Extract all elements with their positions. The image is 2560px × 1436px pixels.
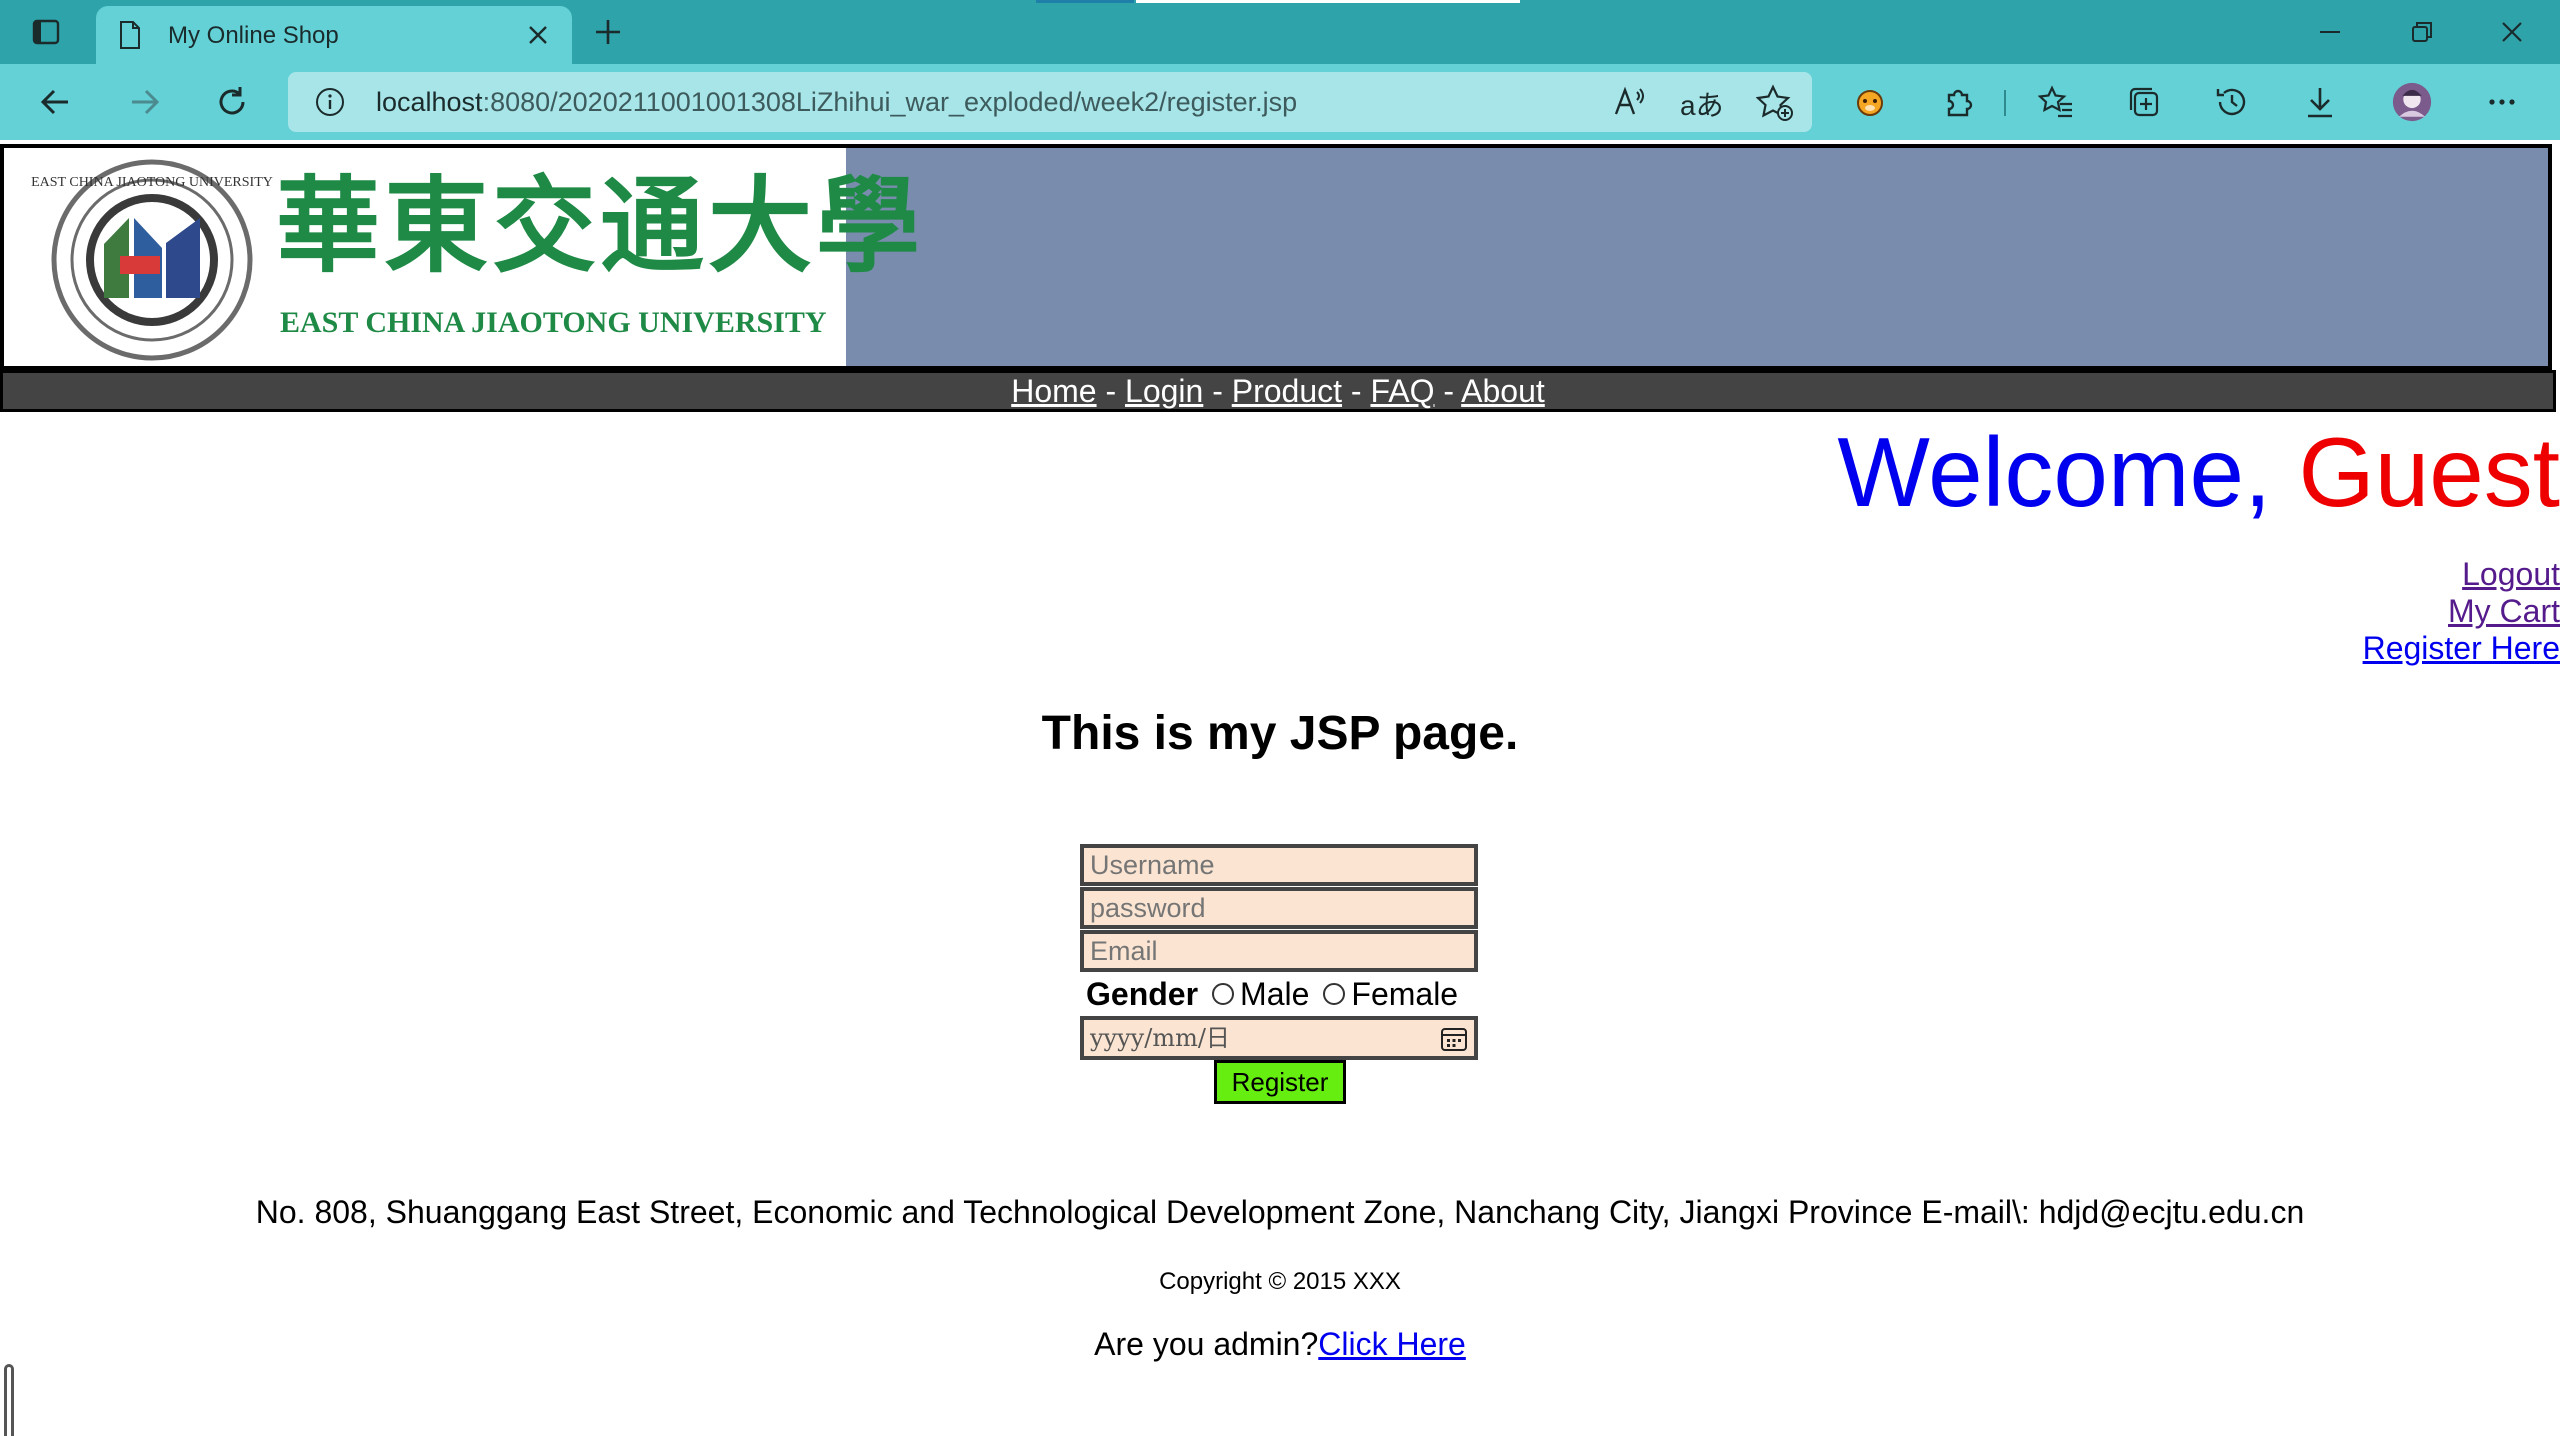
welcome-user: Guest	[2298, 417, 2560, 527]
gender-field: Gender Male Female	[1080, 974, 1480, 1014]
username-input[interactable]	[1080, 844, 1478, 886]
nav-separator: -	[1342, 373, 1371, 409]
browser-tab-bar: My Online Shop	[0, 0, 2560, 64]
browser-tab-active[interactable]: My Online Shop	[96, 6, 572, 64]
more-menu-icon[interactable]	[2482, 82, 2522, 122]
admin-prompt: Are you admin?Click Here	[0, 1326, 2560, 1363]
welcome-message: Welcome, Guest	[1837, 412, 2560, 532]
url-host: localhost	[376, 87, 483, 117]
seal-text: EAST CHINA JIAOTONG UNIVERSITY	[31, 175, 273, 190]
favorites-icon[interactable]	[2036, 82, 2076, 122]
page-icon	[118, 20, 142, 55]
scroll-indicator	[4, 1364, 14, 1436]
date-placeholder: yyyy/mm/日	[1090, 1024, 1230, 1052]
register-here-link[interactable]: Register Here	[2363, 630, 2560, 667]
minimize-icon[interactable]	[2312, 14, 2348, 50]
browser-toolbar: localhost:8080/2020211001001308LiZhihui_…	[0, 64, 2560, 140]
my-cart-link[interactable]: My Cart	[2363, 593, 2560, 630]
nav-separator: -	[1203, 373, 1232, 409]
back-icon[interactable]	[36, 82, 76, 122]
page-heading: This is my JSP page.	[1041, 707, 1519, 760]
toolbar-divider	[2004, 90, 2006, 116]
forward-icon[interactable]	[124, 82, 164, 122]
footer-address: No. 808, Shuanggang East Street, Economi…	[255, 1194, 2305, 1230]
url-path: :8080/2020211001001308LiZhihui_war_explo…	[482, 87, 1298, 117]
collections-icon[interactable]	[2124, 82, 2164, 122]
add-favorite-icon[interactable]	[1755, 84, 1794, 127]
new-tab-icon[interactable]	[590, 14, 626, 50]
page-content: EAST CHINA JIAOTONG UNIVERSITY 華東交通大學 EA…	[0, 140, 2560, 1436]
tabbar-accent	[1036, 0, 1134, 3]
gender-female-label: Female	[1351, 976, 1459, 1012]
tabbar-accent-highlight	[1136, 0, 1520, 3]
nav-faq[interactable]: FAQ	[1370, 373, 1434, 409]
email-input[interactable]	[1080, 930, 1478, 972]
account-links: Logout My Cart Register Here	[2363, 556, 2560, 667]
translate-icon[interactable]: aあ	[1680, 84, 1724, 124]
nav-separator: -	[1434, 373, 1462, 409]
downloads-icon[interactable]	[2300, 82, 2340, 122]
extensions-icon[interactable]	[1938, 82, 1978, 122]
read-aloud-icon[interactable]	[1612, 84, 1648, 125]
logo-english-name: EAST CHINA JIAOTONG UNIVERSITY	[280, 306, 827, 339]
refresh-icon[interactable]	[212, 82, 252, 122]
nav-home[interactable]: Home	[1011, 373, 1096, 409]
nav-product[interactable]: Product	[1232, 373, 1342, 409]
gender-female-radio[interactable]	[1323, 982, 1346, 1005]
admin-click-here-link[interactable]: Click Here	[1318, 1326, 1466, 1362]
main-nav: Home - Login - Product - FAQ - About	[0, 370, 2556, 412]
info-icon[interactable]	[314, 86, 346, 123]
close-tab-icon[interactable]	[526, 23, 550, 52]
admin-text: Are you admin?	[1094, 1326, 1319, 1362]
birthday-date-input[interactable]: yyyy/mm/日	[1080, 1016, 1478, 1060]
logo-chinese-name: 華東交通大學	[276, 164, 925, 287]
welcome-prefix: Welcome,	[1837, 417, 2299, 527]
gender-label: Gender	[1086, 976, 1199, 1012]
gender-male-label: Male	[1240, 976, 1310, 1012]
url-text[interactable]: localhost:8080/2020211001001308LiZhihui_…	[376, 87, 1297, 118]
restore-icon[interactable]	[2404, 14, 2440, 50]
close-window-icon[interactable]	[2494, 14, 2530, 50]
tab-title: My Online Shop	[168, 22, 339, 49]
university-logo: EAST CHINA JIAOTONG UNIVERSITY 華東交通大學 EA…	[4, 148, 920, 366]
register-button[interactable]: Register	[1214, 1060, 1346, 1104]
password-input[interactable]	[1080, 887, 1478, 929]
nav-login[interactable]: Login	[1125, 373, 1203, 409]
site-header: EAST CHINA JIAOTONG UNIVERSITY 華東交通大學 EA…	[0, 144, 2552, 370]
address-bar[interactable]: localhost:8080/2020211001001308LiZhihui_…	[288, 72, 1812, 132]
tab-actions-icon[interactable]	[28, 14, 64, 50]
gender-male-radio[interactable]	[1212, 982, 1235, 1005]
logout-link[interactable]: Logout	[2363, 556, 2560, 593]
profile-avatar[interactable]	[2392, 82, 2432, 122]
footer-copyright: Copyright © 2015 XXX	[1159, 1268, 1401, 1295]
nav-about[interactable]: About	[1461, 373, 1545, 409]
extension-monkey-icon[interactable]	[1850, 82, 1890, 122]
calendar-icon[interactable]	[1440, 1025, 1468, 1063]
nav-separator: -	[1096, 373, 1126, 409]
history-icon[interactable]	[2212, 82, 2252, 122]
